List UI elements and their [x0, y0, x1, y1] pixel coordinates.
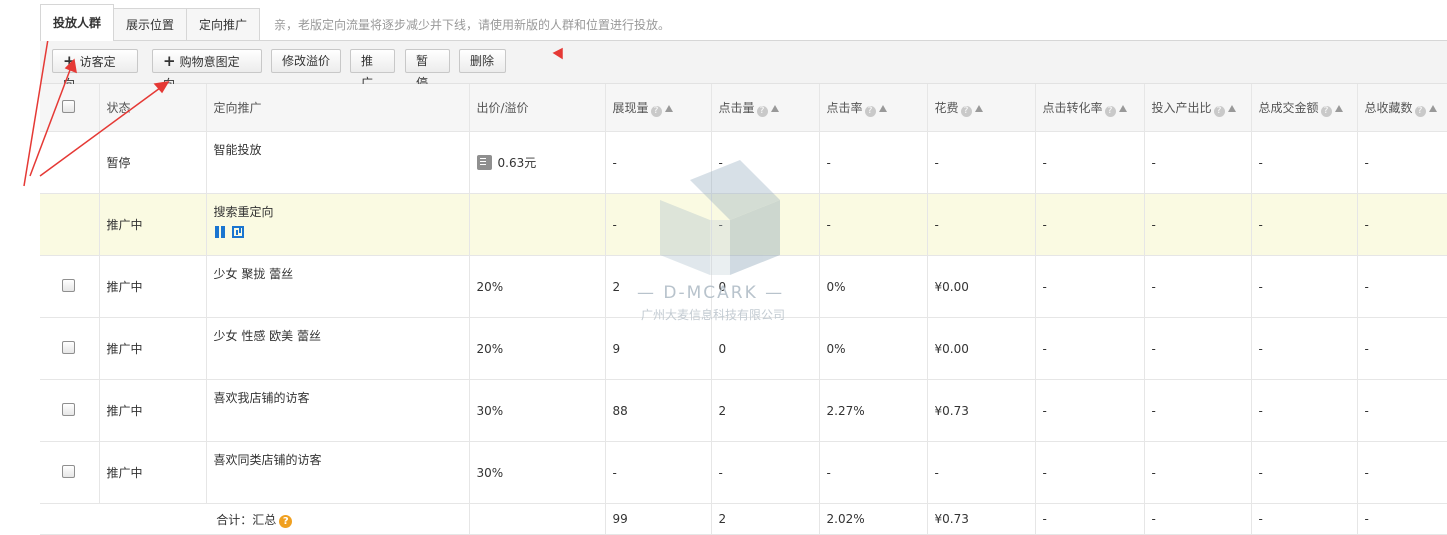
total-label: 合计：汇总 — [216, 512, 277, 527]
tab-audience[interactable]: 投放人群 — [40, 4, 115, 41]
total-gmv: - — [1251, 503, 1358, 535]
total-bid-cell — [469, 503, 606, 535]
total-clicks: 2 — [711, 503, 820, 535]
total-label-cell: 合计：汇总? — [40, 503, 470, 535]
total-ctr: 2.02% — [819, 503, 928, 535]
total-favorites: - — [1357, 503, 1447, 535]
total-impressions: 99 — [605, 503, 712, 535]
annotation-arrows — [23, 22, 563, 187]
help-icon[interactable]: ? — [279, 514, 293, 528]
total-cost: ¥0.73 — [927, 503, 1036, 535]
total-cvr: - — [1035, 503, 1145, 535]
total-row: 合计：汇总? 99 2 2.02% ¥0.73 - - - - — [40, 503, 1447, 535]
total-roi: - — [1144, 503, 1252, 535]
